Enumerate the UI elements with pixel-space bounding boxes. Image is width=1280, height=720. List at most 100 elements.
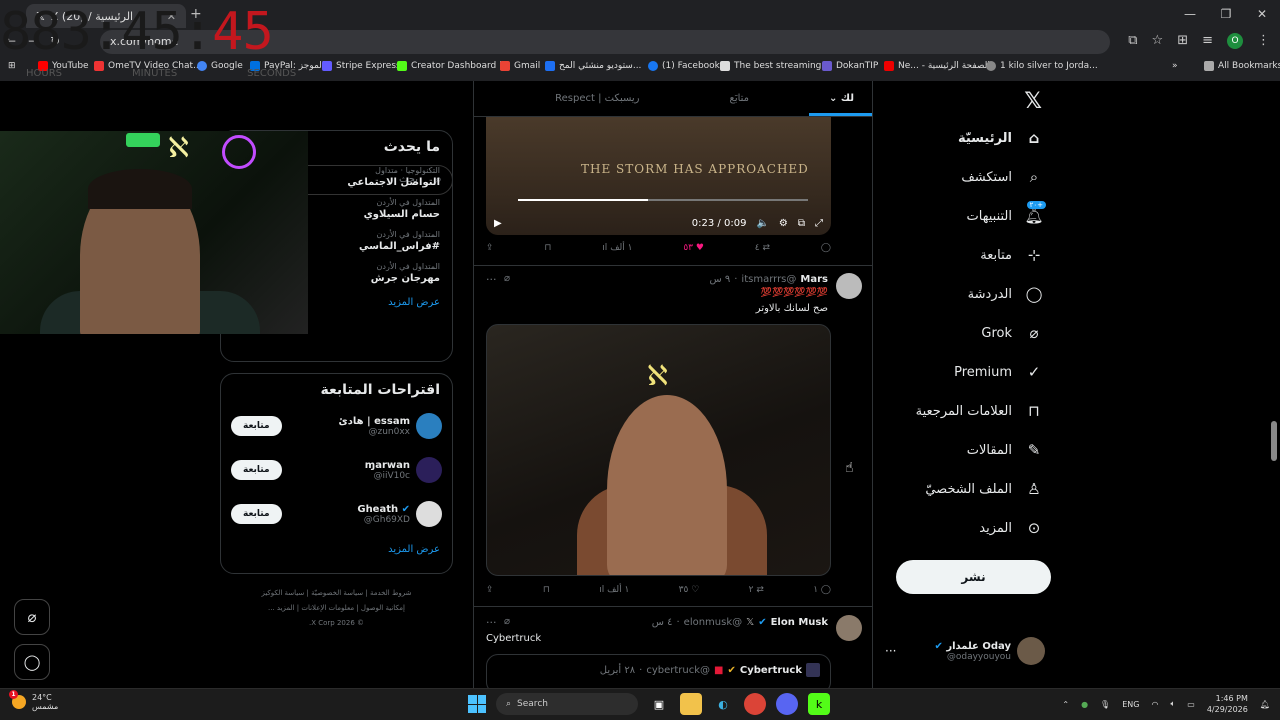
follow-button[interactable]: متابعة <box>231 460 282 480</box>
nav-home[interactable]: ⌂ الرئيسيّة <box>958 129 1044 147</box>
bookmark-facebook[interactable]: (1) Facebook <box>648 61 720 71</box>
windows-start-icon[interactable] <box>468 695 486 713</box>
page-scrollbar[interactable] <box>1271 421 1277 461</box>
bookmark-dokantip[interactable]: DokanTIP <box>822 61 878 71</box>
nav-profile[interactable]: ♙ الملف الشخصيّ <box>925 480 1044 498</box>
retweet-button[interactable]: ٤ ⇄ <box>755 243 770 253</box>
taskbar-search[interactable]: ⌕ Search <box>496 693 638 715</box>
chevron-right-icon[interactable]: » <box>1172 61 1178 71</box>
play-icon[interactable]: ▶ <box>494 218 502 229</box>
bookmark-stripe[interactable]: Stripe Express <box>322 61 401 71</box>
volume-icon[interactable]: 🔈︎ <box>1170 699 1175 709</box>
nav-premium[interactable]: ✓ Premium <box>954 363 1044 381</box>
tab-for-you[interactable]: لك ⌄ <box>809 81 872 116</box>
close-window-button[interactable]: ✕ <box>1244 0 1280 28</box>
chevron-up-icon[interactable]: ⌃ <box>1062 700 1069 709</box>
reply-button[interactable]: ١ ◯ <box>813 585 831 595</box>
nav-articles[interactable]: ✎ المقالات <box>967 441 1044 459</box>
mic-icon[interactable]: 🎙︎ <box>1100 700 1110 709</box>
bookmark-streaming[interactable]: The best streaming... <box>720 61 830 71</box>
account-switcher[interactable]: Oday علمدار ✔ @odayyouyou ··· <box>885 637 1045 665</box>
media-icon[interactable]: ≡ <box>1202 33 1213 49</box>
bookmark-gmail[interactable]: Gmail <box>500 61 540 71</box>
more-icon[interactable]: ··· <box>885 644 896 658</box>
suggestion-row[interactable]: ɱarwan @iiV10c متابعة <box>221 448 452 492</box>
views-count[interactable]: ıl ١ ألف <box>602 243 632 253</box>
video-player[interactable]: THE STORM HAS APPROACHED ▶ 0:23 / 0:09 🔈… <box>486 117 831 235</box>
avatar[interactable] <box>836 273 862 299</box>
nav-follow[interactable]: ⊹ متابعة <box>980 246 1044 264</box>
share-icon[interactable]: ⇪ <box>486 243 494 253</box>
tab-following[interactable]: متابَع <box>710 81 770 116</box>
grok-float-button[interactable]: ⌀ <box>14 599 50 635</box>
follow-button[interactable]: متابعة <box>231 504 282 524</box>
nav-notifications[interactable]: 🔔︎ +٢٠ التنبيهات <box>967 201 1046 225</box>
grok-icon[interactable]: ⌀ <box>504 616 510 627</box>
language-indicator[interactable]: ENG <box>1122 700 1139 709</box>
pip-icon[interactable]: ⧉ <box>798 218 805 229</box>
like-button[interactable]: ٣٥ ♡ <box>679 585 700 595</box>
task-view-icon[interactable]: ▣ <box>648 693 670 715</box>
more-icon[interactable]: ··· <box>486 273 497 286</box>
messages-float-button[interactable]: ◯ <box>14 644 50 680</box>
network-status-icon[interactable]: ● <box>1081 700 1088 709</box>
nav-explore[interactable]: ⌕ استكشف <box>961 168 1044 186</box>
author-name[interactable]: Mars <box>800 274 828 285</box>
grok-icon[interactable]: ⌀ <box>504 273 510 284</box>
minimize-button[interactable]: — <box>1172 0 1208 28</box>
cast-icon[interactable]: ⧉ <box>1128 33 1137 49</box>
volume-icon[interactable]: 🔈 <box>756 218 768 229</box>
show-more-link[interactable]: عرض المزيد <box>221 536 452 565</box>
x-logo-icon[interactable]: 𝕏 <box>1024 89 1042 114</box>
bookmark-icon[interactable]: ⊓ <box>544 243 551 253</box>
suggestion-row[interactable]: essam | هادئ @zun0xx متابعة <box>221 404 452 448</box>
video-progress[interactable] <box>518 199 808 201</box>
wifi-icon[interactable]: ◠ <box>1151 700 1158 709</box>
maximize-button[interactable]: ❐ <box>1208 0 1244 28</box>
like-button[interactable]: ٥٣ ♥ <box>683 243 704 253</box>
avatar[interactable] <box>836 615 862 641</box>
discord-icon[interactable] <box>776 693 798 715</box>
bookmark-icon[interactable]: ⊓ <box>543 585 550 595</box>
edge-icon[interactable]: ◐ <box>712 693 734 715</box>
settings-icon[interactable]: ⚙ <box>779 218 788 229</box>
weather-widget[interactable]: 1 24°C مشمس <box>9 690 58 711</box>
nav-bookmarks[interactable]: ⊓ العلامات المرجعية <box>916 402 1044 420</box>
extensions-icon[interactable]: ⊞ <box>1177 33 1188 49</box>
kick-icon[interactable]: k <box>808 693 830 715</box>
suggestion-row[interactable]: ✔ Gheath @Gh69XD متابعة <box>221 492 452 536</box>
clock[interactable]: 1:46 PM 4/29/2026 <box>1207 693 1248 715</box>
author-handle[interactable]: @elonmusk <box>684 617 742 628</box>
follow-button[interactable]: متابعة <box>231 416 282 436</box>
post-button[interactable]: نشر <box>896 560 1051 594</box>
menu-icon[interactable]: ⋮ <box>1257 33 1270 49</box>
file-explorer-icon[interactable] <box>680 693 702 715</box>
quote-tweet[interactable]: Cybertruck ✔ ■ @cybertruck · ٢٨ أبريل <box>486 654 831 688</box>
notification-bell-icon[interactable]: 🔔︎ <box>1260 700 1270 709</box>
battery-icon[interactable]: ▭ <box>1187 700 1195 709</box>
bookmark-studio[interactable]: ستوديو منشئي المح... <box>545 61 641 71</box>
bookmark-ne[interactable]: Ne... - الصفحة الرئيسية <box>884 61 990 71</box>
nav-chat[interactable]: ◯ الدردشة <box>968 285 1044 303</box>
retweet-button[interactable]: ٢ ⇄ <box>749 585 764 595</box>
nav-grok[interactable]: ⌀ Grok <box>981 324 1044 342</box>
reply-icon[interactable]: ◯ <box>821 243 831 253</box>
share-icon[interactable]: ⇪ <box>486 585 494 595</box>
nav-more[interactable]: ⊙ المزيد <box>979 519 1044 537</box>
bookmark-silver[interactable]: 1 kilo silver to Jorda... <box>986 61 1098 71</box>
profile-avatar[interactable]: O <box>1227 33 1243 49</box>
tweet-media[interactable]: ℵ <box>486 324 831 576</box>
more-icon[interactable]: ··· <box>486 616 497 629</box>
author-handle[interactable]: @itsmarrrs <box>741 274 796 285</box>
fullscreen-icon[interactable]: ⤢ <box>815 218 823 229</box>
avatar <box>806 663 820 677</box>
author-name[interactable]: Elon Musk <box>771 617 828 628</box>
tab-respect[interactable]: ريسبكت | Respect <box>535 81 659 116</box>
taskbar-apps: ⌕ Search ▣ ◐ k <box>468 693 830 715</box>
chrome-icon[interactable] <box>744 693 766 715</box>
bookmark-creator[interactable]: Creator Dashboard |... <box>397 61 511 71</box>
star-icon[interactable]: ☆ <box>1152 33 1164 49</box>
search-icon: ⌕ <box>506 699 512 709</box>
views-count[interactable]: ıl ١ ألف <box>599 585 629 595</box>
bookmark-all[interactable]: All Bookmarks <box>1204 61 1280 71</box>
